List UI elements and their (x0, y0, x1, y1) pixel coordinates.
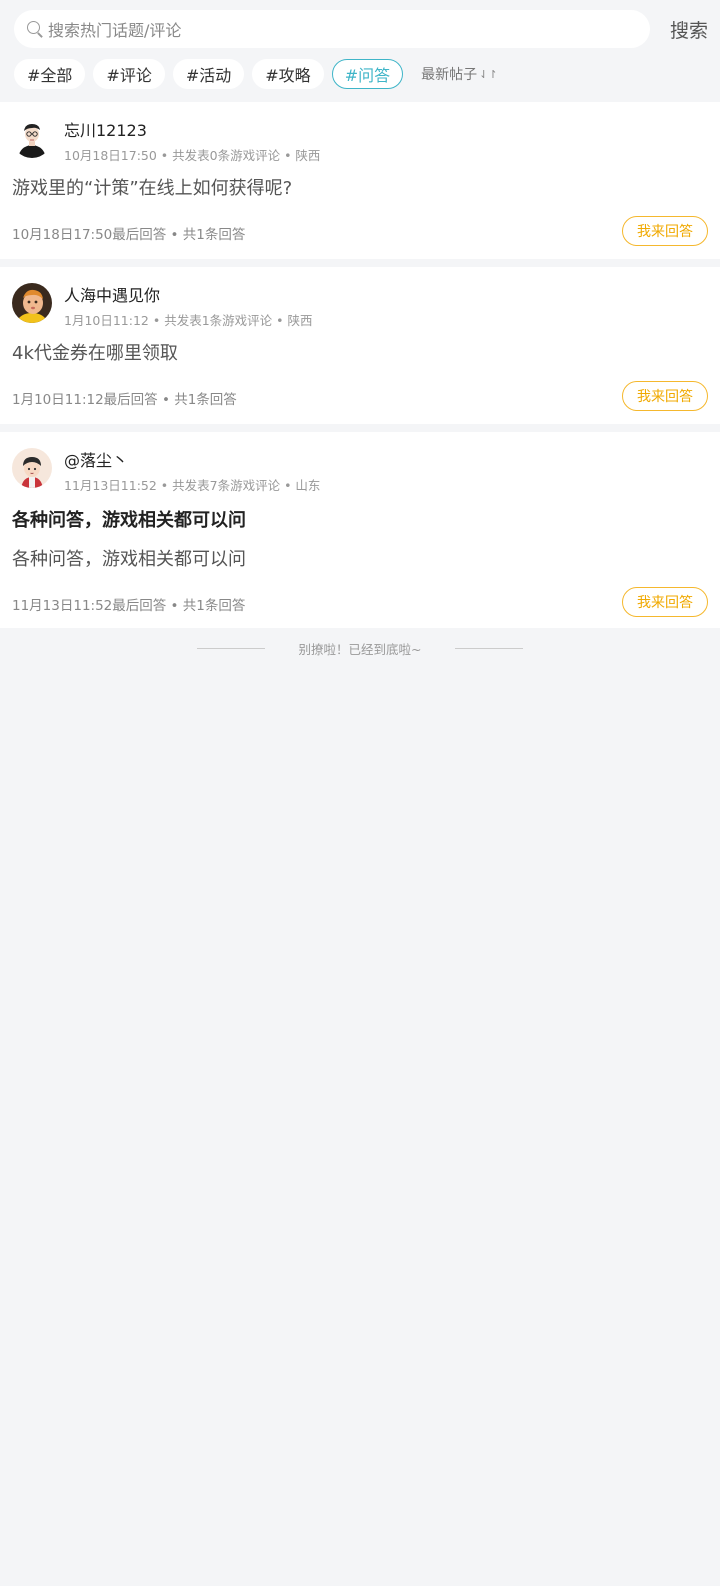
post-footer-info: 10月18日17:50最后回答 • 共1条回答 (12, 227, 246, 243)
end-of-list-text: 别撩啦！已经到底啦~ (298, 641, 422, 657)
username[interactable]: @落尘丶 (64, 447, 128, 471)
divider (455, 647, 524, 649)
answer-button[interactable]: 我来回答 (622, 216, 708, 246)
post-body[interactable]: 4k代金券在哪里领取 (12, 339, 178, 365)
post-card[interactable]: 人海中遇见你 1月10日11:12 • 共发表1条游戏评论 • 陕西 4k代金券… (0, 267, 720, 424)
post-meta: 10月18日17:50 • 共发表0条游戏评论 • 陕西 (64, 148, 321, 163)
sort-dropdown[interactable]: 最新帖子 ⇃↾ (421, 64, 497, 84)
tag-filter-row: #全部 #评论 #活动 #攻略 #问答 最新帖子 ⇃↾ (14, 58, 708, 90)
tag-qa[interactable]: #问答 (331, 59, 404, 89)
search-row: 搜索热门话题/评论 搜索 (14, 10, 708, 48)
post-footer-info: 11月13日11:52最后回答 • 共1条回答 (12, 598, 246, 614)
avatar[interactable] (12, 448, 52, 488)
post-body[interactable]: 各种问答，游戏相关都可以问 (12, 545, 246, 571)
username[interactable]: 忘川12123 (64, 117, 147, 141)
post-card[interactable]: @落尘丶 11月13日11:52 • 共发表7条游戏评论 • 山东 各种问答，游… (0, 432, 720, 628)
top-bar: 搜索热门话题/评论 搜索 #全部 #评论 #活动 #攻略 #问答 最新帖子 ⇃↾ (0, 0, 720, 102)
avatar[interactable] (12, 283, 52, 323)
tag-comments[interactable]: #评论 (93, 59, 165, 89)
post-meta: 1月10日11:12 • 共发表1条游戏评论 • 陕西 (64, 313, 313, 328)
post-title[interactable]: 各种问答，游戏相关都可以问 (12, 506, 246, 532)
search-icon (26, 20, 44, 38)
answer-button[interactable]: 我来回答 (622, 587, 708, 617)
post-card[interactable]: 忘川12123 10月18日17:50 • 共发表0条游戏评论 • 陕西 游戏里… (0, 102, 720, 259)
answer-button[interactable]: 我来回答 (622, 381, 708, 411)
sort-label: 最新帖子 (421, 67, 478, 83)
avatar[interactable] (12, 118, 52, 158)
tag-all[interactable]: #全部 (14, 59, 86, 89)
post-meta: 11月13日11:52 • 共发表7条游戏评论 • 山东 (64, 478, 321, 493)
search-button[interactable]: 搜索 (660, 16, 708, 43)
sort-arrows-icon: ⇃↾ (479, 67, 498, 81)
tag-guides[interactable]: #攻略 (252, 59, 324, 89)
post-body[interactable]: 游戏里的“计策”在线上如何获得呢? (12, 174, 292, 200)
post-footer-info: 1月10日11:12最后回答 • 共1条回答 (12, 392, 237, 408)
username[interactable]: 人海中遇见你 (64, 282, 160, 306)
search-placeholder: 搜索热门话题/评论 (48, 21, 182, 40)
end-of-list-indicator: 别撩啦！已经到底啦~ (0, 628, 720, 668)
search-input[interactable]: 搜索热门话题/评论 (14, 10, 650, 48)
divider (196, 647, 265, 649)
tag-events[interactable]: #活动 (172, 59, 245, 89)
